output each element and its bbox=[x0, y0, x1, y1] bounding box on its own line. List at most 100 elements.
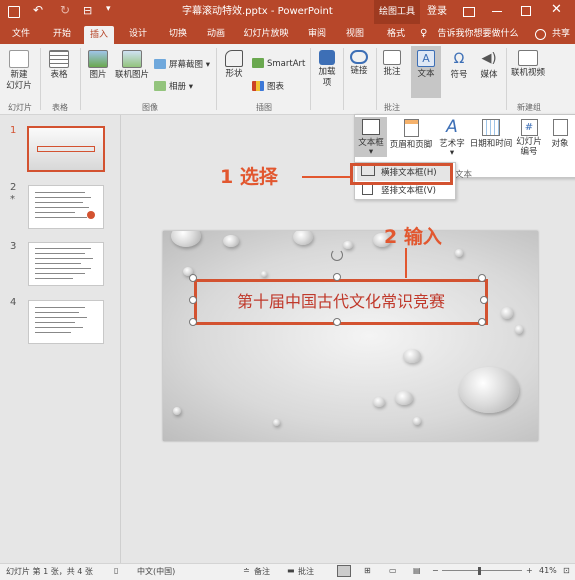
text-group-label: 文本 bbox=[455, 170, 473, 180]
link-button[interactable]: 链接 bbox=[346, 50, 372, 77]
water-drop bbox=[261, 271, 267, 277]
minimize-icon[interactable] bbox=[492, 11, 502, 12]
slide-number: 1 bbox=[10, 125, 17, 136]
normal-view-icon[interactable] bbox=[337, 565, 351, 577]
slideshow-icon[interactable]: ▤ bbox=[413, 566, 421, 575]
zoom-in-icon[interactable]: + bbox=[526, 566, 533, 575]
tab-animations[interactable]: 动画 bbox=[202, 24, 230, 44]
status-bar: 幻灯片 第 1 张，共 4 张 ▯ 中文(中国) ≐ 备注 ▬ 批注 ⊞ ▭ ▤… bbox=[0, 563, 575, 580]
symbols-label: 符号 bbox=[450, 70, 468, 80]
slide-title-text[interactable]: 第十届中国古代文化常识竞赛 bbox=[194, 279, 488, 325]
comment-button[interactable]: 批注 bbox=[378, 50, 406, 78]
slide-number: 3 bbox=[10, 241, 17, 252]
tab-review[interactable]: 审阅 bbox=[303, 24, 331, 44]
language-status[interactable]: 中文(中国) bbox=[137, 566, 175, 577]
wordart-button[interactable]: A 艺术字 ▾ bbox=[435, 117, 469, 157]
save-icon[interactable] bbox=[8, 6, 20, 18]
tab-transitions[interactable]: 切换 bbox=[164, 24, 192, 44]
symbols-button[interactable]: Ω 符号 bbox=[445, 50, 473, 81]
tell-me-box[interactable]: 告诉我你想要做什么 bbox=[430, 24, 526, 44]
new-slide-button[interactable]: 新建 幻灯片 bbox=[4, 50, 34, 92]
share-icon[interactable] bbox=[535, 29, 546, 40]
slide-thumbnail-3[interactable] bbox=[28, 242, 104, 286]
online-picture-button[interactable]: 联机图片 bbox=[113, 50, 151, 81]
tab-design[interactable]: 设计 bbox=[124, 24, 152, 44]
shapes-label: 形状 bbox=[225, 69, 243, 79]
close-icon[interactable]: ✕ bbox=[551, 2, 562, 17]
share-button[interactable]: 共享 bbox=[547, 24, 575, 44]
slide-thumbnail-4[interactable] bbox=[28, 300, 104, 344]
datetime-button[interactable]: 日期和时间 bbox=[469, 117, 513, 149]
datetime-label: 日期和时间 bbox=[469, 139, 513, 149]
water-drop bbox=[273, 419, 280, 426]
object-icon bbox=[552, 119, 568, 136]
vertical-scrollbar[interactable] bbox=[112, 115, 119, 563]
zoom-level[interactable]: 41% bbox=[539, 566, 557, 575]
vertical-textbox-label: 竖排文本框(V) bbox=[381, 186, 436, 196]
spellcheck-icon[interactable]: ▯ bbox=[114, 566, 118, 575]
shapes-icon bbox=[225, 50, 243, 67]
addins-button[interactable]: 加载 项 bbox=[314, 50, 340, 89]
water-drop bbox=[223, 235, 239, 247]
resize-handle[interactable] bbox=[333, 318, 341, 326]
ribbon-display-icon[interactable] bbox=[463, 7, 475, 17]
slide-count-status: 幻灯片 第 1 张，共 4 张 bbox=[6, 567, 93, 576]
zoom-slider[interactable] bbox=[442, 570, 522, 571]
comment-label: 批注 bbox=[383, 67, 401, 77]
customize-qat-icon[interactable]: ▾ bbox=[106, 4, 111, 14]
slide-number: 2 bbox=[10, 182, 17, 193]
object-button[interactable]: 对象 bbox=[546, 117, 574, 149]
chart-button[interactable]: 图表 bbox=[252, 80, 284, 92]
notes-button[interactable]: 备注 bbox=[254, 566, 270, 577]
table-button[interactable]: 表格 bbox=[44, 50, 74, 81]
media-button[interactable]: ◀) 媒体 bbox=[475, 50, 503, 81]
slide-thumbnail-1[interactable] bbox=[27, 126, 105, 172]
slide-sorter-icon[interactable]: ⊞ bbox=[364, 566, 371, 575]
zoom-out-icon[interactable]: − bbox=[432, 566, 439, 575]
resize-handle[interactable] bbox=[189, 296, 197, 304]
textbox-button[interactable]: 文本框 ▾ bbox=[355, 117, 387, 157]
chevron-down-icon: ▾ bbox=[449, 148, 455, 158]
online-video-button[interactable]: 联机视频 bbox=[508, 50, 548, 79]
resize-handle[interactable] bbox=[478, 318, 486, 326]
album-label: 相册 bbox=[169, 82, 187, 92]
resize-handle[interactable] bbox=[189, 318, 197, 326]
picture-button[interactable]: 图片 bbox=[84, 50, 112, 81]
header-footer-icon bbox=[403, 119, 419, 137]
resize-handle[interactable] bbox=[478, 274, 486, 282]
resize-handle[interactable] bbox=[189, 274, 197, 282]
document-title: 字幕滚动特效.pptx - PowerPoint bbox=[182, 6, 333, 17]
group-label-images: 图像 bbox=[142, 103, 158, 112]
smartart-button[interactable]: SmartArt bbox=[252, 58, 305, 69]
group-label-comments: 批注 bbox=[384, 103, 400, 112]
tab-slideshow[interactable]: 幻灯片放映 bbox=[240, 24, 292, 44]
slide-marker: * bbox=[10, 194, 15, 205]
tab-insert[interactable]: 插入 bbox=[84, 26, 114, 44]
hash-icon: # bbox=[520, 119, 538, 136]
resize-handle[interactable] bbox=[333, 273, 341, 281]
header-footer-button[interactable]: 页眉和页脚 bbox=[389, 117, 433, 150]
redo-icon[interactable]: ↻ bbox=[60, 3, 70, 17]
tab-file[interactable]: 文件 bbox=[6, 24, 36, 44]
tab-view[interactable]: 视图 bbox=[341, 24, 369, 44]
tab-home[interactable]: 开始 bbox=[48, 24, 76, 44]
reading-view-icon[interactable]: ▭ bbox=[389, 566, 397, 575]
fit-window-icon[interactable]: ⊡ bbox=[563, 566, 570, 575]
shapes-button[interactable]: 形状 bbox=[220, 50, 248, 80]
slide-thumbnail-2[interactable] bbox=[28, 185, 104, 229]
undo-icon[interactable]: ↶ bbox=[33, 3, 43, 17]
slide-number-button[interactable]: # 幻灯片 编号 bbox=[513, 117, 545, 157]
resize-handle[interactable] bbox=[480, 296, 488, 304]
format-painter-icon[interactable]: ⊟ bbox=[83, 4, 92, 17]
maximize-icon[interactable] bbox=[521, 6, 531, 16]
lightbulb-icon: ♀ bbox=[420, 28, 428, 39]
rotate-handle-icon[interactable] bbox=[331, 249, 343, 261]
zoom-slider-thumb[interactable] bbox=[478, 567, 481, 575]
album-button[interactable]: 相册 ▾ bbox=[154, 80, 193, 92]
slide-canvas[interactable] bbox=[163, 231, 538, 441]
screenshot-button[interactable]: 屏幕截图 ▾ bbox=[154, 58, 210, 70]
login-link[interactable]: 登录 bbox=[427, 0, 447, 24]
comments-button[interactable]: 批注 bbox=[298, 566, 314, 577]
text-button[interactable]: A 文本 bbox=[411, 46, 441, 98]
tab-format[interactable]: 格式 bbox=[381, 24, 411, 44]
